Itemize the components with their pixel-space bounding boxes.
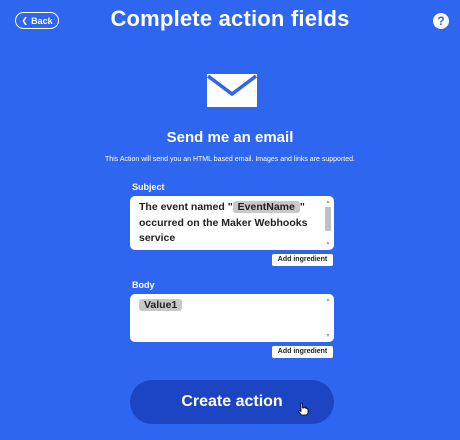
- body-add-ingredient-button[interactable]: Add ingredient: [272, 346, 333, 358]
- header: ❮ Back Complete action fields ?: [0, 0, 460, 44]
- body-field-content: Value1: [139, 298, 318, 314]
- body-label: Body: [132, 280, 155, 290]
- hand-cursor-icon: [298, 402, 309, 416]
- page-title: Complete action fields: [110, 6, 350, 31]
- scroll-up-icon[interactable]: ▲: [324, 199, 332, 205]
- subject-label: Subject: [132, 182, 165, 192]
- scroll-down-icon[interactable]: ▼: [324, 333, 332, 339]
- subject-scroll-thumb[interactable]: [325, 207, 331, 231]
- service-description: This Action will send you an HTML based …: [105, 156, 355, 163]
- help-icon[interactable]: ?: [433, 13, 449, 29]
- body-field[interactable]: Value1 ▲ ▼: [130, 294, 334, 342]
- subject-field-content: The event named " EventName " occurred on …: [139, 200, 318, 247]
- subject-field[interactable]: The event named " EventName " occurred on …: [130, 196, 334, 250]
- ingredient-pill-eventname[interactable]: EventName: [232, 201, 300, 213]
- scroll-down-icon[interactable]: ▼: [324, 241, 332, 247]
- body-scrollbar[interactable]: ▲ ▼: [324, 296, 332, 340]
- envelope-icon: [207, 74, 257, 107]
- ingredient-pill-value1[interactable]: Value1: [139, 299, 183, 311]
- subject-text-before: The event named ": [139, 201, 233, 213]
- scroll-up-icon[interactable]: ▲: [324, 297, 332, 303]
- subject-add-ingredient-button[interactable]: Add ingredient: [272, 254, 333, 266]
- subject-scrollbar[interactable]: ▲ ▼: [324, 198, 332, 248]
- service-title: Send me an email: [166, 129, 294, 146]
